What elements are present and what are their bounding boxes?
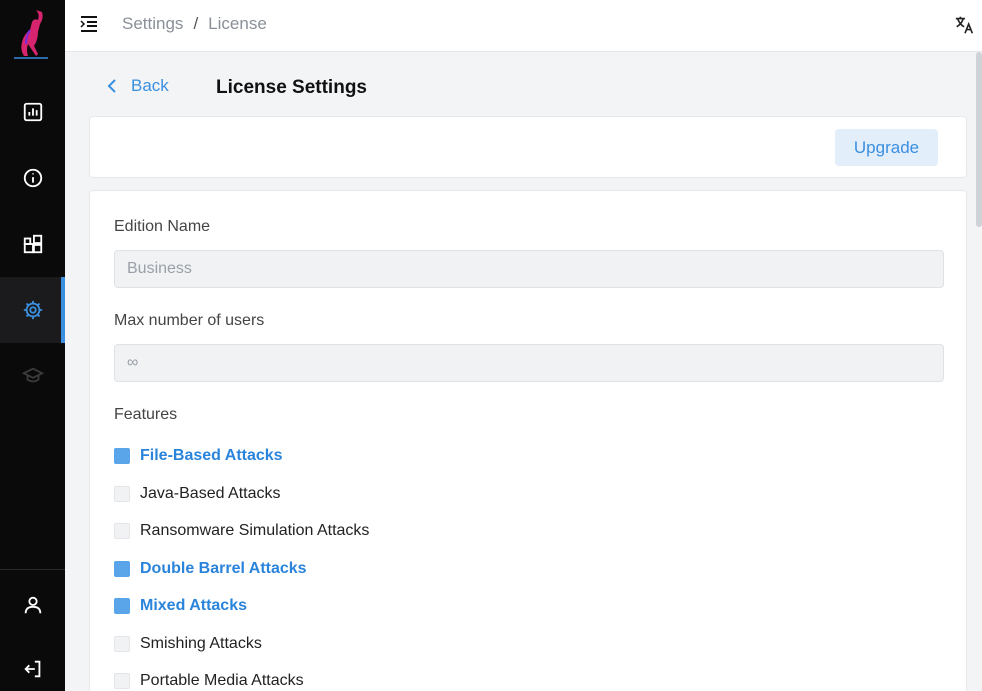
breadcrumb-settings[interactable]: Settings: [122, 14, 183, 34]
user-icon: [24, 596, 41, 614]
breadcrumb-separator: /: [193, 14, 199, 33]
checkbox[interactable]: [114, 561, 130, 577]
chevron-left-icon: [107, 79, 116, 93]
sidebar-item-info[interactable]: [0, 145, 65, 211]
max-users-field[interactable]: ∞: [114, 344, 944, 382]
feature-label: Portable Media Attacks: [140, 672, 304, 689]
edition-name-label: Edition Name: [114, 218, 211, 235]
graduation-cap-icon: [21, 367, 44, 383]
scrollbar[interactable]: [976, 52, 982, 227]
feature-label: Java-Based Attacks: [140, 485, 281, 502]
breadcrumb-license: License: [208, 14, 267, 33]
checkbox[interactable]: [114, 636, 130, 652]
feature-ransomware[interactable]: Ransomware Simulation Attacks: [114, 522, 369, 540]
sidebar-item-training[interactable]: [0, 343, 65, 409]
feature-label: Ransomware Simulation Attacks: [140, 522, 370, 539]
page-header: Back License Settings: [106, 76, 367, 98]
upgrade-card: Upgrade: [89, 116, 967, 178]
sidebar-divider: [0, 569, 65, 570]
sidebar-item-logout[interactable]: [0, 636, 65, 691]
checkbox[interactable]: [114, 598, 130, 614]
info-icon: [23, 168, 42, 188]
sidebar-item-dashboard[interactable]: [0, 79, 65, 145]
features-label: Features: [114, 406, 178, 423]
feature-label: Double Barrel Attacks: [140, 560, 307, 577]
checkbox[interactable]: [114, 523, 130, 539]
page-title: License Settings: [216, 77, 367, 98]
feature-label: Smishing Attacks: [140, 635, 262, 652]
chart-icon: [23, 102, 42, 122]
feature-portable-media[interactable]: Portable Media Attacks: [114, 672, 304, 690]
gear-icon: [23, 300, 42, 320]
feature-mixed[interactable]: Mixed Attacks: [114, 597, 247, 615]
sidebar-item-modules[interactable]: [0, 211, 65, 277]
translate-icon[interactable]: [954, 14, 976, 36]
back-label: Back: [131, 76, 169, 95]
logout-icon: [23, 660, 40, 678]
blocks-icon: [23, 234, 42, 254]
checkbox[interactable]: [114, 673, 130, 689]
menu-toggle-icon[interactable]: [79, 14, 99, 34]
checkbox[interactable]: [114, 448, 130, 464]
feature-file-based[interactable]: File-Based Attacks: [114, 447, 283, 465]
sidebar: [0, 0, 65, 691]
license-form-card: Edition Name Business Max number of user…: [89, 190, 967, 691]
max-users-label: Max number of users: [114, 312, 265, 329]
logo-icon: [14, 10, 48, 59]
feature-double-barrel[interactable]: Double Barrel Attacks: [114, 560, 307, 578]
checkbox[interactable]: [114, 486, 130, 502]
sidebar-item-profile[interactable]: [0, 572, 65, 638]
sidebar-item-settings[interactable]: [0, 277, 65, 343]
edition-name-field[interactable]: Business: [114, 250, 944, 288]
feature-label: Mixed Attacks: [140, 597, 247, 614]
topbar: Settings / License: [65, 0, 982, 52]
back-button[interactable]: Back: [106, 76, 169, 96]
breadcrumb: Settings / License: [122, 14, 267, 34]
feature-label: File-Based Attacks: [140, 447, 283, 464]
upgrade-button[interactable]: Upgrade: [835, 129, 938, 166]
feature-smishing[interactable]: Smishing Attacks: [114, 635, 262, 653]
feature-java-based[interactable]: Java-Based Attacks: [114, 485, 281, 503]
